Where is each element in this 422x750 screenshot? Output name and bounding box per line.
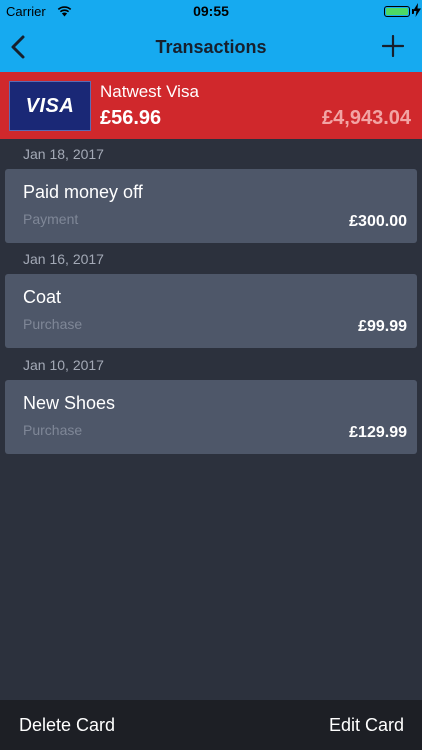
plus-icon[interactable] — [382, 35, 404, 57]
transaction-name: New Shoes — [23, 393, 116, 413]
transaction-type: Purchase — [23, 422, 83, 438]
visa-logo-text: VISA — [25, 94, 75, 117]
transaction-amount: £99.99 — [358, 318, 407, 335]
card-summary[interactable]: VISA Natwest Visa £56.96 £4,943.04 — [0, 72, 422, 139]
transaction-name: Coat — [23, 287, 62, 307]
transaction-row[interactable]: Coat Purchase £99.99 — [5, 274, 417, 348]
transaction-type: Purchase — [23, 316, 83, 332]
bottom-toolbar: Delete Card Edit Card — [0, 700, 422, 750]
navigation-header: Carrier 09:55 Transactions — [0, 0, 422, 72]
date-header: Jan 18, 2017 — [23, 146, 104, 162]
edit-card-button[interactable]: Edit Card — [329, 715, 404, 736]
clock-time: 09:55 — [193, 3, 229, 19]
battery-icon — [384, 6, 410, 17]
status-bar: Carrier 09:55 — [0, 0, 422, 22]
charging-bolt-icon — [413, 3, 421, 17]
card-available: £4,943.04 — [322, 107, 411, 129]
date-header: Jan 16, 2017 — [23, 251, 104, 267]
date-header: Jan 10, 2017 — [23, 357, 104, 373]
delete-card-button[interactable]: Delete Card — [19, 715, 115, 736]
transaction-type: Payment — [23, 211, 79, 227]
card-name: Natwest Visa — [100, 82, 199, 101]
transaction-name: Paid money off — [23, 182, 143, 202]
visa-logo: VISA — [9, 81, 91, 131]
transaction-amount: £300.00 — [349, 213, 407, 230]
card-balance: £56.96 — [100, 107, 162, 129]
page-title: Transactions — [155, 37, 267, 57]
transaction-row[interactable]: New Shoes Purchase £129.99 — [5, 380, 417, 454]
transaction-row[interactable]: Paid money off Payment £300.00 — [5, 169, 417, 243]
transaction-amount: £129.99 — [349, 424, 407, 441]
